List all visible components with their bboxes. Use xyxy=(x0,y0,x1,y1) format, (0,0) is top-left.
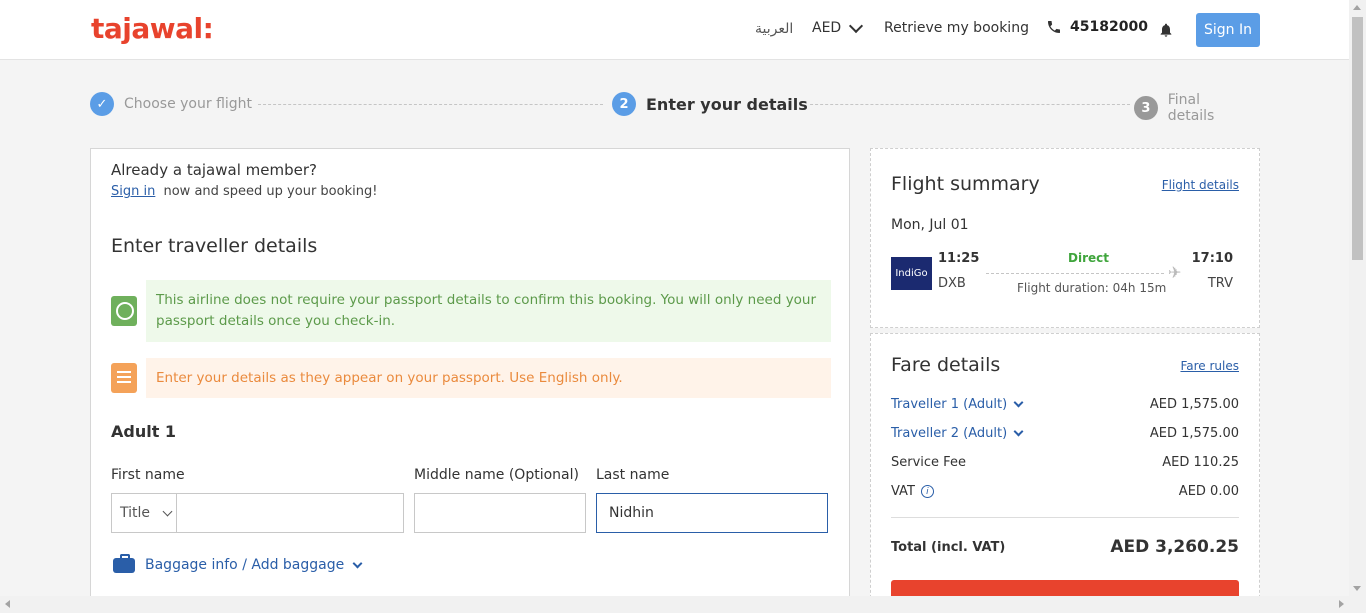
passport-icon xyxy=(111,296,137,326)
top-header: tajawal: العربية AED Retrieve my booking… xyxy=(0,0,1349,60)
last-name-label: Last name xyxy=(596,467,670,483)
member-subtitle-text: now and speed up your booking! xyxy=(163,184,378,199)
notifications-button[interactable] xyxy=(1158,21,1174,43)
member-subtitle: Sign in now and speed up your booking! xyxy=(111,184,377,199)
fare-row-label: Traveller 1 (Adult) xyxy=(891,397,1008,412)
fare-details-panel: Fare details Fare rules Traveller 1 (Adu… xyxy=(870,333,1260,613)
chevron-down-icon xyxy=(352,558,363,568)
member-title: Already a tajawal member? xyxy=(111,161,317,179)
traveller-1-toggle[interactable]: Traveller 1 (Adult) xyxy=(891,397,1024,412)
chevron-down-icon xyxy=(162,506,173,516)
first-name-label: First name xyxy=(111,467,185,483)
luggage-icon xyxy=(113,553,135,573)
scrollbar-thumb[interactable] xyxy=(1352,17,1363,260)
currency-dropdown[interactable]: AED xyxy=(812,18,864,36)
language-switch[interactable]: العربية xyxy=(755,21,793,37)
total-value: AED 3,260.25 xyxy=(1110,537,1239,557)
traveller-details-panel: Enter traveller details This airline doe… xyxy=(90,210,850,610)
summary-title: Flight summary xyxy=(891,173,1040,195)
step-label: Enter your details xyxy=(646,94,808,114)
scroll-left-icon[interactable] xyxy=(5,600,10,608)
arrival-airport: TRV xyxy=(1207,276,1233,291)
fare-total-row: Total (incl. VAT) AED 3,260.25 xyxy=(891,537,1239,557)
fare-row-value: AED 110.25 xyxy=(1162,455,1239,470)
fare-row-traveller-2: Traveller 2 (Adult) AED 1,575.00 xyxy=(891,426,1239,441)
step-enter-details: 2 Enter your details xyxy=(612,92,808,116)
info-icon[interactable]: i xyxy=(920,485,934,498)
fare-row-value: AED 1,575.00 xyxy=(1149,426,1239,441)
section-title: Enter traveller details xyxy=(111,235,318,257)
document-edit-icon xyxy=(111,363,137,393)
baggage-label: Baggage info / Add baggage xyxy=(145,557,345,573)
chevron-down-icon xyxy=(1013,426,1024,437)
last-name-input[interactable]: Nidhin xyxy=(596,493,828,533)
chevron-down-icon xyxy=(849,18,864,33)
logo[interactable]: tajawal: xyxy=(91,12,214,45)
horizontal-scrollbar[interactable] xyxy=(0,596,1366,613)
fare-rules-link[interactable]: Fare rules xyxy=(1180,359,1239,373)
step-divider xyxy=(258,104,603,105)
fare-row-label: Service Fee xyxy=(891,455,966,470)
chevron-down-icon xyxy=(1013,397,1024,408)
first-name-input[interactable] xyxy=(176,493,404,533)
fare-row-traveller-1: Traveller 1 (Adult) AED 1,575.00 xyxy=(891,397,1239,412)
step-number: 2 xyxy=(612,92,636,116)
scroll-right-icon[interactable] xyxy=(1339,600,1344,608)
flight-path-line xyxy=(986,273,1164,274)
retrieve-booking-link[interactable]: Retrieve my booking xyxy=(884,20,1029,36)
scroll-down-icon[interactable] xyxy=(1353,586,1361,591)
total-label: Total (incl. VAT) xyxy=(891,539,1006,555)
middle-name-input[interactable] xyxy=(414,493,586,533)
booking-stepper: ✓ Choose your flight 2 Enter your detail… xyxy=(90,92,1250,124)
plane-icon: ✈ xyxy=(1168,263,1182,282)
member-signin-panel: Already a tajawal member? Sign in now an… xyxy=(90,148,850,211)
departure-airport: DXB xyxy=(938,276,966,291)
fare-title: Fare details xyxy=(891,354,1001,376)
vat-label-group: VAT i xyxy=(891,484,934,499)
phone-contact[interactable]: 45182000 xyxy=(1046,19,1148,35)
fare-row-value: AED 0.00 xyxy=(1178,484,1239,499)
flight-date: Mon, Jul 01 xyxy=(891,217,969,233)
sign-in-button[interactable]: Sign In xyxy=(1196,13,1260,47)
check-icon: ✓ xyxy=(90,92,114,116)
arrival-time: 17:10 xyxy=(1191,251,1233,266)
fare-divider xyxy=(891,517,1239,518)
passport-info-alert: This airline does not require your passp… xyxy=(146,280,831,342)
middle-name-label: Middle name (Optional) xyxy=(414,467,579,483)
title-select-value: Title xyxy=(120,505,151,521)
flight-summary-panel: Flight summary Flight details Mon, Jul 0… xyxy=(870,148,1260,328)
departure-time: 11:25 xyxy=(938,251,980,266)
flight-duration: Flight duration: 04h 15m xyxy=(1017,281,1167,295)
vertical-scrollbar[interactable] xyxy=(1349,0,1366,596)
airline-logo: IndiGo xyxy=(891,257,932,290)
phone-icon xyxy=(1048,21,1060,33)
bell-icon xyxy=(1160,23,1172,37)
english-only-alert: Enter your details as they appear on you… xyxy=(146,358,831,398)
step-final-details: 3 Final details xyxy=(1134,92,1250,124)
traveller-2-toggle[interactable]: Traveller 2 (Adult) xyxy=(891,426,1024,441)
fare-row-label: Traveller 2 (Adult) xyxy=(891,426,1008,441)
flight-details-link[interactable]: Flight details xyxy=(1162,178,1239,192)
title-select[interactable]: Title xyxy=(111,493,176,533)
step-divider xyxy=(800,104,1130,105)
step-number: 3 xyxy=(1134,96,1158,120)
step-choose-flight[interactable]: ✓ Choose your flight xyxy=(90,92,253,116)
baggage-link[interactable]: Baggage info / Add baggage xyxy=(113,553,363,573)
step-label: Choose your flight xyxy=(124,96,253,112)
fare-row-vat: VAT i AED 0.00 xyxy=(891,484,1239,499)
sign-in-link[interactable]: Sign in xyxy=(111,184,155,199)
currency-label: AED xyxy=(812,20,842,36)
phone-number: 45182000 xyxy=(1070,19,1148,35)
step-label: Final details xyxy=(1167,92,1215,124)
fare-row-service-fee: Service Fee AED 110.25 xyxy=(891,455,1239,470)
scroll-up-icon[interactable] xyxy=(1353,5,1361,10)
adult-heading: Adult 1 xyxy=(111,422,177,441)
fare-row-label: VAT xyxy=(891,484,915,499)
stops-label: Direct xyxy=(1068,251,1109,265)
fare-row-value: AED 1,575.00 xyxy=(1149,397,1239,412)
